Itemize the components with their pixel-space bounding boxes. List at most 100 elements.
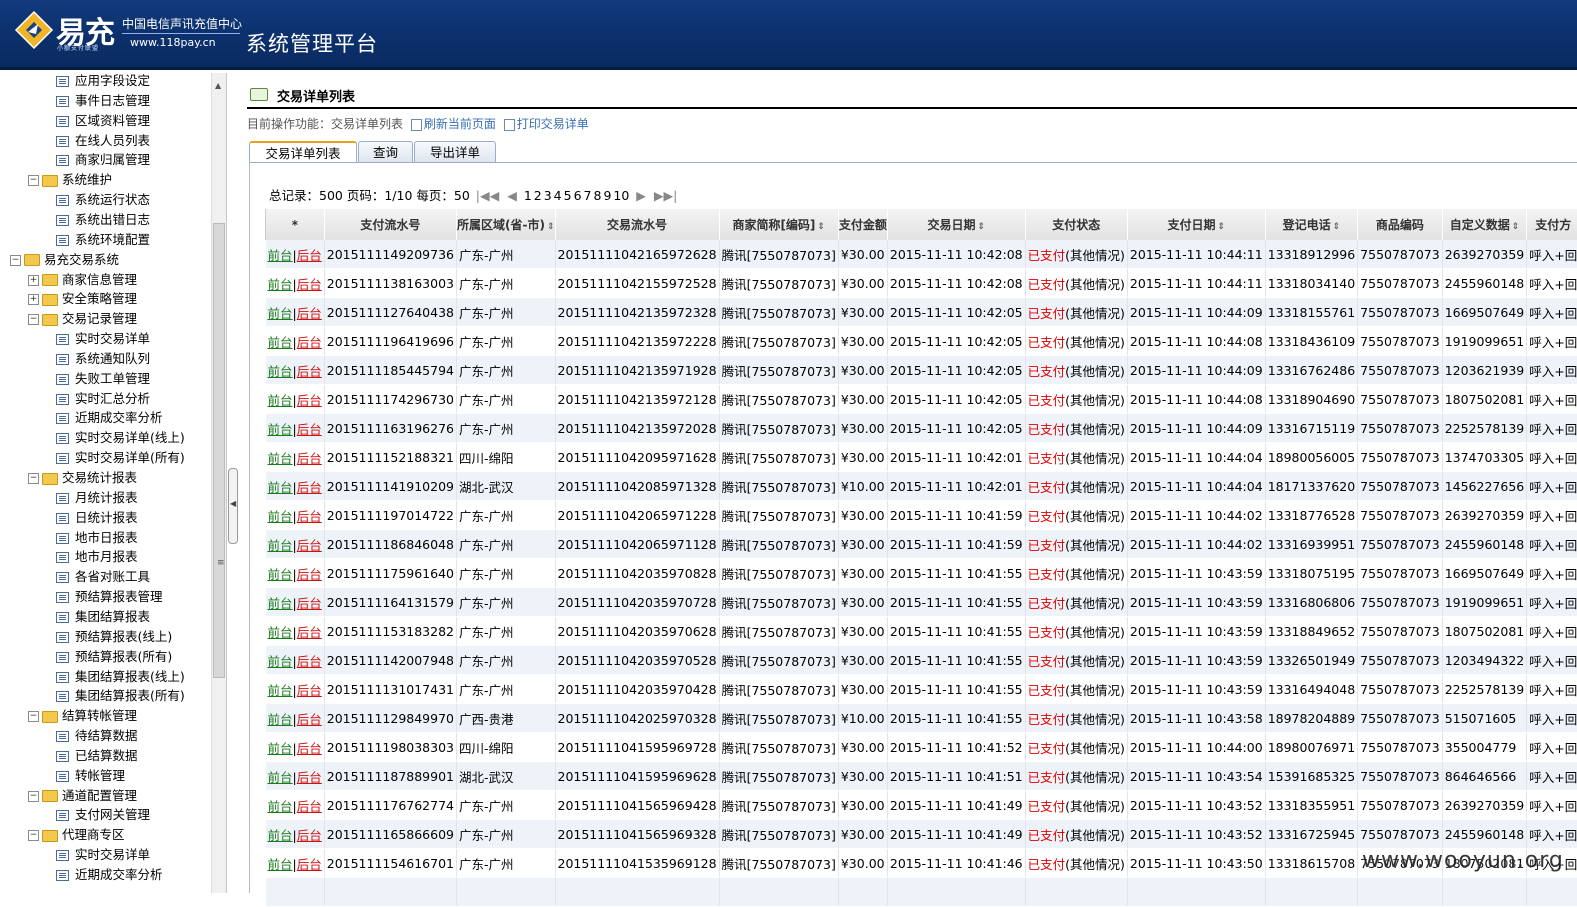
- page-link[interactable]: 2: [534, 188, 542, 203]
- refresh-icon[interactable]: [411, 119, 422, 131]
- prev-page-button[interactable]: ◀: [507, 188, 517, 203]
- back-link[interactable]: 后台: [297, 625, 322, 640]
- sidebar-item[interactable]: 应用字段设定: [56, 73, 150, 91]
- page-link[interactable]: 6: [574, 188, 582, 203]
- column-header[interactable]: 支付日期⇕: [1127, 209, 1265, 240]
- sidebar-item[interactable]: 实时交易详单(线上): [56, 428, 185, 448]
- collapse-icon[interactable]: −: [28, 791, 39, 802]
- front-link[interactable]: 前台: [268, 770, 293, 785]
- table-row[interactable]: 前台|后台2015111187889901湖北-武汉20151111041595…: [266, 762, 1577, 791]
- back-link[interactable]: 后台: [297, 857, 322, 872]
- table-row[interactable]: 前台|后台2015111175961640广东-广州20151111042035…: [266, 559, 1577, 588]
- column-header[interactable]: 交易日期⇕: [887, 209, 1025, 240]
- table-row[interactable]: 前台|后台2015111127640438广东-广州20151111042135…: [266, 298, 1577, 327]
- sidebar-item[interactable]: 系统运行状态: [56, 190, 150, 210]
- sidebar-item[interactable]: 系统通知队列: [56, 349, 150, 369]
- table-row[interactable]: 前台|后台2015111198038303四川-绵阳20151111041595…: [266, 733, 1577, 762]
- tab-export[interactable]: 导出详单: [414, 141, 496, 162]
- print-link[interactable]: 打印交易详单: [517, 117, 589, 131]
- table-row[interactable]: 前台|后台2015111152188321四川-绵阳20151111042095…: [266, 443, 1577, 472]
- sidebar-folder[interactable]: −通道配置管理: [28, 786, 137, 806]
- back-link[interactable]: 后台: [297, 799, 322, 814]
- column-header[interactable]: 所属区域(省-市)⇕: [457, 209, 556, 240]
- sidebar-item[interactable]: 已结算数据: [56, 746, 138, 766]
- sidebar-folder[interactable]: +商家信息管理: [28, 270, 137, 290]
- sort-icon[interactable]: ⇕: [547, 222, 555, 232]
- page-link[interactable]: 1: [524, 188, 532, 203]
- back-link[interactable]: 后台: [297, 654, 322, 669]
- expand-icon[interactable]: +: [28, 275, 39, 286]
- back-link[interactable]: 后台: [297, 567, 322, 582]
- table-row[interactable]: 前台|后台2015111176762774广东-广州20151111041565…: [266, 791, 1577, 820]
- front-link[interactable]: 前台: [268, 654, 293, 669]
- table-row[interactable]: 前台|后台2015111196419696广东-广州20151111042135…: [266, 327, 1577, 356]
- sidebar-item[interactable]: 失败工单管理: [56, 369, 150, 389]
- back-link[interactable]: 后台: [297, 770, 322, 785]
- back-link[interactable]: 后台: [297, 277, 322, 292]
- sidebar-item[interactable]: 集团结算报表(线上): [56, 667, 185, 687]
- sidebar-item[interactable]: 地市月报表: [56, 547, 138, 567]
- sidebar-item[interactable]: 实时交易详单: [56, 845, 150, 865]
- sidebar-item[interactable]: 支付网关管理: [56, 805, 150, 825]
- back-link[interactable]: 后台: [297, 683, 322, 698]
- page-link[interactable]: 4: [554, 188, 562, 203]
- collapse-icon[interactable]: −: [10, 255, 21, 266]
- tab-query[interactable]: 查询: [358, 141, 413, 162]
- table-row[interactable]: 前台|后台2015111141910209湖北-武汉20151111042085…: [266, 472, 1577, 501]
- back-link[interactable]: 后台: [297, 828, 322, 843]
- back-link[interactable]: 后台: [297, 364, 322, 379]
- table-row[interactable]: 前台|后台2015111153183282广东-广州20151111042035…: [266, 617, 1577, 646]
- front-link[interactable]: 前台: [268, 683, 293, 698]
- table-row[interactable]: 前台|后台2015111129849970广西-贵港20151111042025…: [266, 704, 1577, 733]
- sidebar-item[interactable]: 预结算报表管理: [56, 587, 163, 607]
- sidebar-item[interactable]: 事件日志管理: [56, 91, 150, 111]
- sidebar-item[interactable]: 系统环境配置: [56, 230, 150, 250]
- sidebar-scrollbar[interactable]: ▲ ≡: [211, 73, 226, 893]
- sidebar-item[interactable]: 各省对账工具: [56, 567, 150, 587]
- sidebar-item[interactable]: 系统出错日志: [56, 210, 150, 230]
- column-header[interactable]: 登记电话⇕: [1265, 209, 1357, 240]
- collapse-icon[interactable]: −: [28, 473, 39, 484]
- sidebar-folder[interactable]: −系统维护: [28, 170, 112, 190]
- expand-icon[interactable]: +: [28, 294, 39, 305]
- sidebar-item[interactable]: 月统计报表: [56, 488, 138, 508]
- column-header[interactable]: 自定义数据⇕: [1442, 209, 1527, 240]
- front-link[interactable]: 前台: [268, 480, 293, 495]
- sidebar-item[interactable]: 区域资料管理: [56, 111, 150, 131]
- table-row[interactable]: 前台|后台2015111163196276广东-广州20151111042135…: [266, 414, 1577, 443]
- back-link[interactable]: 后台: [297, 306, 322, 321]
- sidebar-folder[interactable]: +安全策略管理: [28, 289, 137, 309]
- sidebar-item[interactable]: 待结算数据: [56, 726, 138, 746]
- sidebar-folder[interactable]: −交易统计报表: [28, 468, 137, 488]
- sidebar-item[interactable]: 地市日报表: [56, 528, 138, 548]
- front-link[interactable]: 前台: [268, 712, 293, 727]
- sort-icon[interactable]: ⇕: [1218, 222, 1226, 232]
- back-link[interactable]: 后台: [297, 393, 322, 408]
- scrollbar-thumb[interactable]: ≡: [213, 223, 225, 678]
- sidebar-item[interactable]: 在线人员列表: [56, 131, 150, 151]
- sidebar-item[interactable]: 日统计报表: [56, 508, 138, 528]
- printer-icon[interactable]: [504, 119, 515, 131]
- table-row[interactable]: 前台|后台2015111165866609广东-广州20151111041565…: [266, 820, 1577, 849]
- front-link[interactable]: 前台: [268, 393, 293, 408]
- table-row[interactable]: 前台|后台2015111174296730广东-广州20151111042135…: [266, 385, 1577, 414]
- page-link[interactable]: 8: [593, 188, 601, 203]
- front-link[interactable]: 前台: [268, 596, 293, 611]
- page-link[interactable]: 9: [603, 188, 611, 203]
- sidebar-item[interactable]: 实时汇总分析: [56, 389, 150, 409]
- table-row[interactable]: 前台|后台2015111142007948广东-广州20151111042035…: [266, 646, 1577, 675]
- sidebar-folder[interactable]: −代理商专区: [28, 825, 125, 845]
- sort-icon[interactable]: ⇕: [817, 222, 825, 232]
- tab-detail-list[interactable]: 交易详单列表: [249, 141, 357, 163]
- table-row[interactable]: 前台|后台2015111164131579广东-广州20151111042035…: [266, 588, 1577, 617]
- last-page-button[interactable]: ▶▶|: [654, 188, 677, 203]
- sidebar-item[interactable]: 转帐管理: [56, 766, 125, 786]
- sort-icon[interactable]: ⇕: [1512, 222, 1520, 232]
- sidebar-item[interactable]: 预结算报表(所有): [56, 647, 172, 667]
- column-header[interactable]: 商家简称[编码]⇕: [719, 209, 838, 240]
- sidebar-item[interactable]: 近期成交率分析: [56, 408, 163, 428]
- front-link[interactable]: 前台: [268, 248, 293, 263]
- back-link[interactable]: 后台: [297, 480, 322, 495]
- collapse-icon[interactable]: −: [28, 711, 39, 722]
- collapse-icon[interactable]: −: [28, 175, 39, 186]
